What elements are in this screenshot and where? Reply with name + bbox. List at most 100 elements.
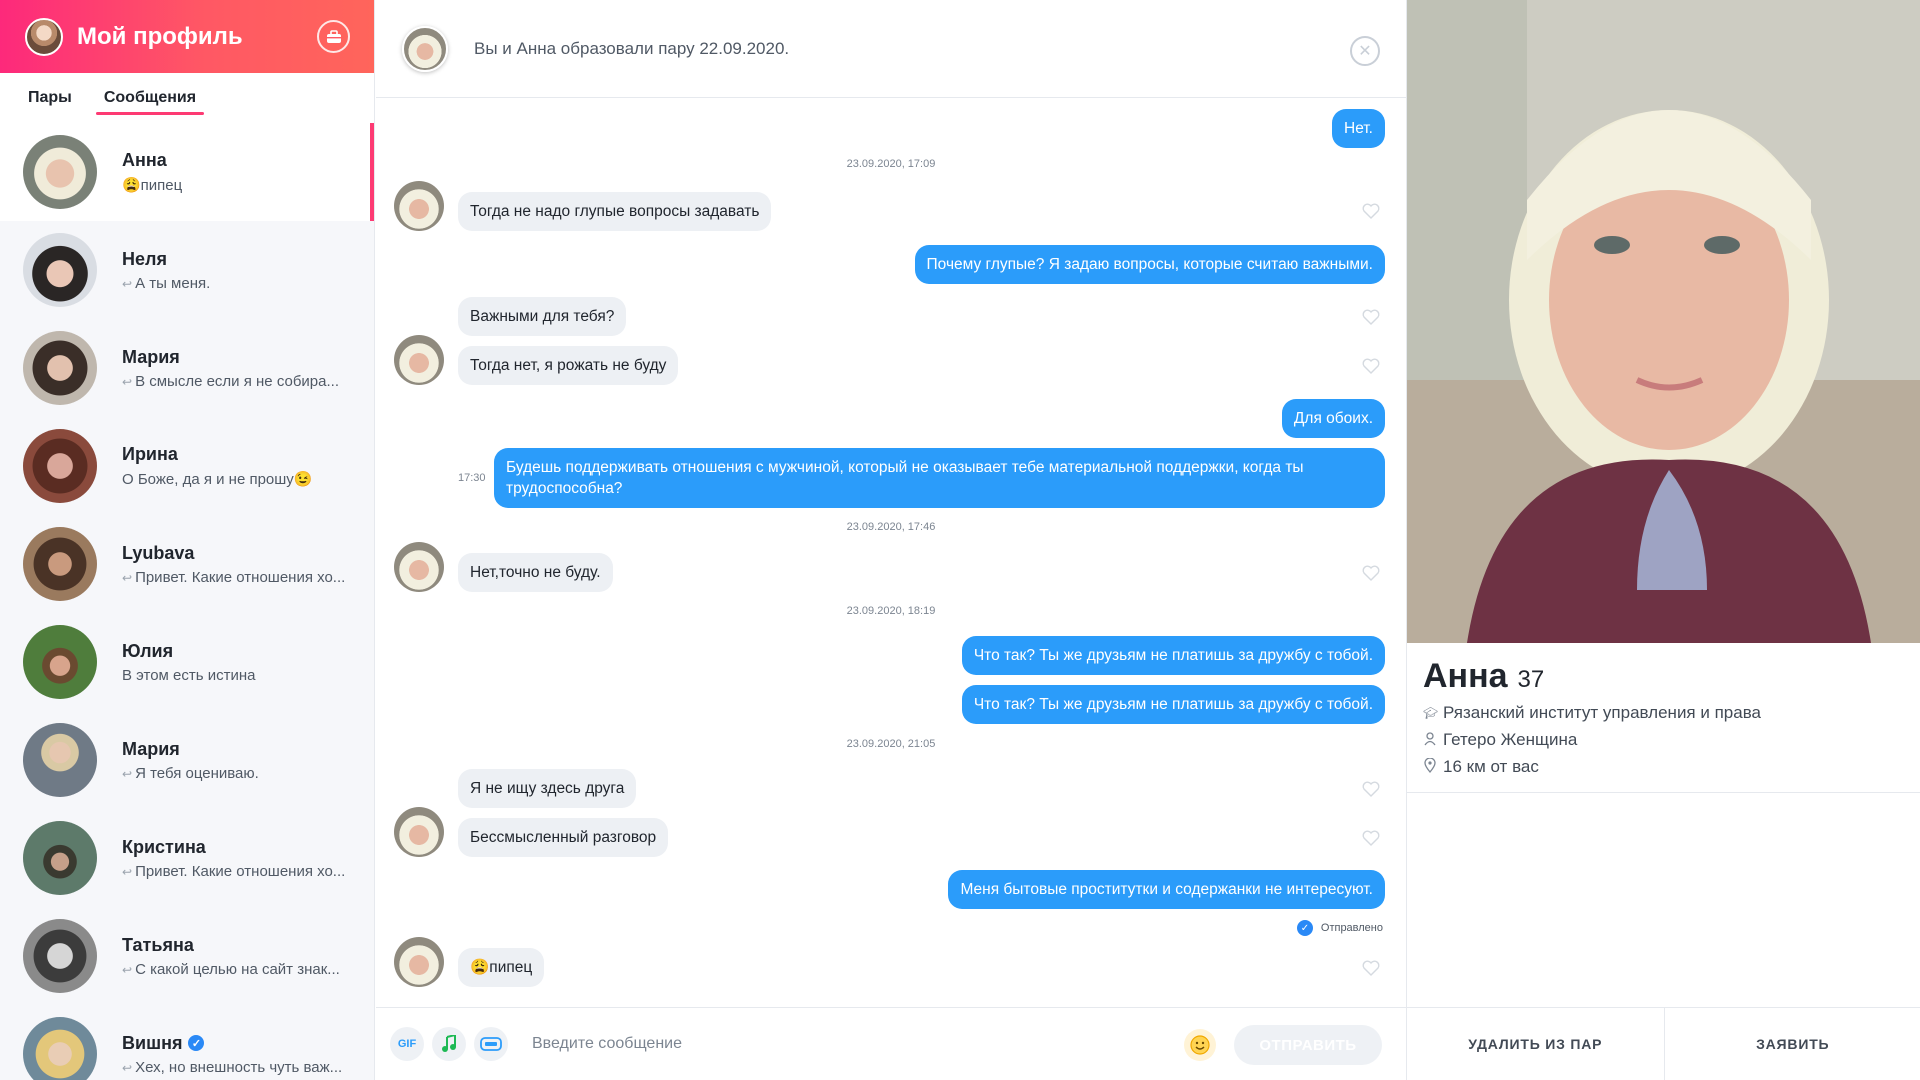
message-incoming[interactable]: Нет,точно не буду. [458,553,613,592]
match-preview: О Боже, да я и не прошу😉 [122,471,313,488]
timestamp: 23.09.2020, 17:09 [846,158,936,170]
message-incoming[interactable]: Бессмысленный разговор [458,818,669,857]
heart-icon[interactable] [1362,203,1380,219]
my-avatar[interactable] [25,17,63,56]
tab-messages[interactable]: Сообщения [95,83,205,115]
profile-orientation: Гетеро Женщина [1423,730,1920,750]
match-item-irina[interactable]: Ирина О Боже, да я и не прошу😉 [0,417,374,515]
reply-icon: ↩ [122,1060,133,1075]
chat-panel: Вы и Анна образовали пару 22.09.2020. ✕ … [376,0,1406,1080]
match-preview-text: Привет. Какие отношения хо... [135,862,346,880]
match-item-lyubava[interactable]: Lyubava ↩ Привет. Какие отношения хо... [0,515,374,613]
profile-distance: 16 км от вас [1423,757,1920,777]
match-preview: В этом есть истина [122,666,256,684]
send-button[interactable]: ОТПРАВИТЬ [1234,1025,1382,1065]
profile-info: Анна 37 🎓︎ Рязанский институт управления… [1407,643,1920,793]
heart-icon[interactable] [1362,960,1380,976]
sent-status: ✓ Отправлено [1296,920,1383,936]
message-outgoing[interactable]: Для обоих. [1281,399,1385,438]
heart-icon[interactable] [1362,781,1380,797]
report-button[interactable]: ЗАЯВИТЬ [1663,1008,1920,1080]
heart-icon[interactable] [1362,830,1380,846]
sender-avatar[interactable] [394,335,444,385]
message-incoming[interactable]: Тогда не надо глупые вопросы задавать [458,192,772,231]
message-outgoing[interactable]: Будешь поддерживать отношения с мужчиной… [494,448,1385,508]
message-input[interactable] [532,1035,1192,1053]
avatar [23,723,97,797]
timestamp: 23.09.2020, 18:19 [846,605,936,617]
match-item-nelya[interactable]: Неля ↩ А ты меня. [0,221,374,319]
reply-icon: ↩ [122,570,133,585]
message-outgoing[interactable]: Меня бытовые проститутки и содержанки не… [948,870,1385,909]
chat-header: Вы и Анна образовали пару 22.09.2020. ✕ [376,0,1406,98]
match-name: Lyubava [122,542,195,563]
reply-icon: ↩ [122,766,133,781]
close-icon[interactable]: ✕ [1350,36,1380,66]
message-thread[interactable]: Нет. 23.09.2020, 17:09 Тогда не надо глу… [376,99,1406,1007]
match-item-maria[interactable]: Мария ↩ В смысле если я не собира... [0,319,374,417]
match-avatar[interactable] [402,25,448,72]
reply-icon: ↩ [122,962,133,977]
profile-photo[interactable] [1407,0,1920,643]
sender-avatar[interactable] [394,542,444,592]
my-profile-header[interactable]: Мой профиль [0,0,374,73]
message-outgoing[interactable]: Нет. [1332,109,1385,148]
match-item-maria-2[interactable]: Мария ↩ Я тебя оцениваю. [0,711,374,809]
heart-icon[interactable] [1362,358,1380,374]
gif-label: GIF [397,1038,417,1050]
sender-avatar[interactable] [394,807,444,857]
match-name: Мария [122,346,180,367]
match-name: Вишня ✓ [122,1033,362,1054]
match-name: Татьяна [122,934,194,955]
match-item-kristina[interactable]: Кристина ↩ Привет. Какие отношения хо... [0,809,374,907]
profile-school: 🎓︎ Рязанский институт управления и права [1423,703,1920,723]
emoji-icon[interactable] [1184,1029,1216,1061]
music-note-icon[interactable] [432,1027,466,1061]
message-incoming[interactable]: Важными для тебя? [458,297,627,336]
message-outgoing[interactable]: Почему глупые? Я задаю вопросы, которые … [914,245,1385,284]
timestamp: 23.09.2020, 17:46 [846,521,936,533]
match-item-anna[interactable]: Анна 😩пипец [0,123,374,221]
profile-panel: Анна 37 🎓︎ Рязанский институт управления… [1406,0,1920,1080]
heart-icon[interactable] [1362,565,1380,581]
message-outgoing[interactable]: Что так? Ты же друзьям не платишь за дру… [961,636,1385,675]
sticker-icon[interactable] [474,1027,508,1061]
match-name: Юлия [122,640,174,661]
my-profile-title[interactable]: Мой профиль [77,23,243,51]
avatar [23,135,97,209]
avatar [23,233,97,307]
match-preview-text: Привет. Какие отношения хо... [135,568,346,586]
reply-icon: ↩ [122,864,133,879]
message-incoming[interactable]: Тогда нет, я рожать не буду [458,346,679,385]
match-preview-text: С какой целью на сайт знак... [135,960,340,978]
timestamp: 23.09.2020, 21:05 [846,738,936,750]
match-name: Мария [122,738,180,759]
sender-avatar[interactable] [394,181,444,231]
match-item-tatyana[interactable]: Татьяна ↩ С какой целью на сайт знак... [0,907,374,1005]
match-name: Неля [122,248,167,269]
profile-name: Анна [1423,657,1508,695]
tab-matches[interactable]: Пары [28,83,72,113]
match-preview: ↩ Привет. Какие отношения хо... [122,569,362,586]
person-icon [1423,731,1437,749]
match-preview: ↩ А ты меня. [122,275,362,292]
graduation-cap-icon: 🎓︎ [1423,706,1439,720]
briefcase-icon[interactable] [317,20,350,53]
sender-avatar[interactable] [394,937,444,987]
avatar [23,1017,97,1080]
heart-icon[interactable] [1362,309,1380,325]
message-incoming[interactable]: Я не ищу здесь друга [458,769,637,808]
message-incoming[interactable]: 😩пипец [458,948,545,987]
match-item-yulia[interactable]: Юлия В этом есть истина [0,613,374,711]
match-item-vishnya[interactable]: Вишня ✓ ↩ Хех, но внешность чуть важ... [0,1005,374,1080]
profile-age: 37 [1517,666,1545,693]
gif-button[interactable]: GIF [390,1027,424,1061]
profile-distance-text: 16 км от вас [1443,757,1539,776]
match-list: Анна 😩пипец Неля ↩ А ты меня. Мария ↩ В см… [0,123,374,1080]
match-name: Кристина [122,836,206,857]
avatar [23,821,97,895]
unmatch-button[interactable]: УДАЛИТЬ ИЗ ПАР [1407,1008,1664,1080]
match-preview: ↩ С какой целью на сайт знак... [122,961,362,978]
message-outgoing[interactable]: Что так? Ты же друзьям не платишь за дру… [961,685,1385,724]
match-name: Ирина [122,444,178,464]
